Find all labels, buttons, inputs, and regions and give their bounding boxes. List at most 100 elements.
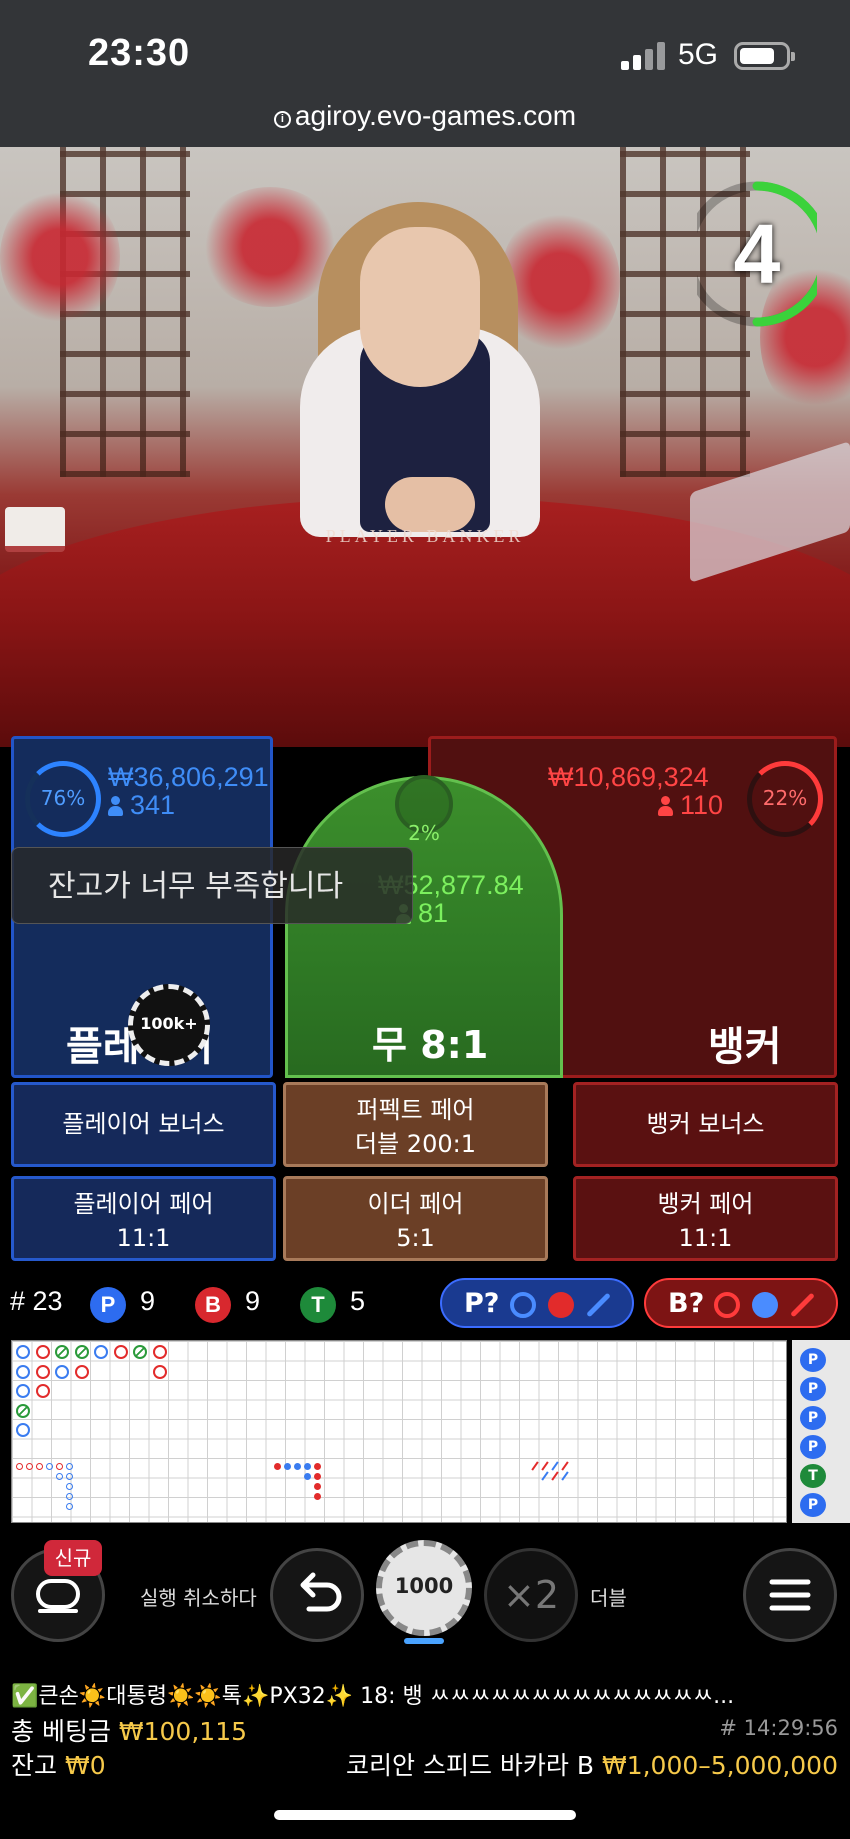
user-icon xyxy=(658,796,673,816)
road-mark xyxy=(36,1384,50,1398)
home-indicator[interactable] xyxy=(274,1810,576,1820)
player-badge: P xyxy=(90,1287,126,1323)
road-mark xyxy=(26,1463,33,1470)
bead-badge: P xyxy=(800,1377,826,1401)
road-mark xyxy=(541,1461,549,1471)
big-eye-dot-icon xyxy=(752,1292,778,1318)
banker-count-value: 110 xyxy=(680,790,724,820)
double-symbol: ×2 xyxy=(502,1573,560,1617)
balance: 잔고 ₩0 xyxy=(11,1746,106,1782)
predict-player-label: P? xyxy=(464,1288,500,1319)
player-pair-button[interactable]: 플레이어 페어 11:1 xyxy=(11,1176,276,1261)
banker-bonus-label: 뱅커 보너스 xyxy=(646,1110,765,1138)
perfect-pair-button[interactable]: 퍼펙트 페어더블 200:1 xyxy=(283,1082,548,1167)
road-mark xyxy=(66,1493,73,1500)
table-info[interactable]: 코리안 스피드 바카라 B ₩1,000–5,000,000 xyxy=(346,1746,838,1782)
road-mark xyxy=(46,1463,53,1470)
road-mark xyxy=(36,1463,43,1470)
either-pair-button[interactable]: 이더 페어 5:1 xyxy=(283,1176,548,1261)
road-mark xyxy=(314,1473,321,1480)
perfect-pair-label: 퍼펙트 페어 xyxy=(356,1096,475,1124)
tie-wins-stat: T5 xyxy=(300,1286,365,1323)
menu-button[interactable] xyxy=(743,1548,837,1642)
perfect-pair-odds: 더블 200:1 xyxy=(355,1130,476,1158)
total-bet-label: 총 베팅금 xyxy=(11,1717,111,1746)
road-mark xyxy=(561,1471,569,1481)
dealer-face xyxy=(360,227,480,387)
blossom xyxy=(500,207,620,357)
banker-bettor-count: 110 xyxy=(658,790,723,821)
bet-controls: 신규 실행 취소하다 1000 ×2 더블 xyxy=(0,1540,850,1670)
road-mark xyxy=(541,1471,549,1481)
address-bar[interactable]: i agiroy.evo-games.com xyxy=(0,100,850,132)
road-mark xyxy=(16,1384,30,1398)
banker-pair-label: 뱅커 페어 xyxy=(657,1190,754,1218)
user-icon xyxy=(108,796,123,816)
big-road-circle-icon xyxy=(510,1292,536,1318)
player-pair-label: 플레이어 페어 xyxy=(73,1190,214,1218)
predict-player-button[interactable]: P? xyxy=(440,1278,634,1328)
banker-badge: B xyxy=(195,1287,231,1323)
bead-badge: P xyxy=(800,1493,826,1517)
banker-wins-stat: B9 xyxy=(195,1286,260,1323)
countdown-timer: 4 xyxy=(684,178,830,330)
double-label: 더블 xyxy=(590,1586,627,1610)
battery-icon xyxy=(734,42,795,70)
either-pair-odds: 5:1 xyxy=(396,1224,435,1252)
player-total-amount: ₩36,806,291 xyxy=(108,762,269,792)
road-mark xyxy=(314,1493,321,1500)
placed-chip-value: 100k+ xyxy=(140,1014,198,1033)
round-number: # 23 xyxy=(10,1286,63,1316)
chat-message[interactable]: ✅큰손☀️대통령☀️☀️톡✨PX32✨ 18: 뱅 ㅆㅆㅆㅆㅆㅆㅆㅆㅆㅆㅆㅆㅆㅆ… xyxy=(11,1678,841,1710)
new-badge: 신규 xyxy=(44,1540,102,1576)
road-mark xyxy=(56,1463,63,1470)
bead-badge: P xyxy=(800,1406,826,1430)
road-mark xyxy=(16,1404,30,1418)
road-mark xyxy=(294,1463,301,1470)
bead-badge: T xyxy=(800,1464,826,1488)
road-mark xyxy=(66,1483,73,1490)
road-mark xyxy=(56,1473,63,1480)
road-mark xyxy=(55,1365,69,1379)
big-eye-dot-icon xyxy=(548,1292,574,1318)
round-id: # 14:29:56 xyxy=(719,1716,838,1740)
undo-label: 실행 취소하다 xyxy=(140,1586,257,1610)
road-mark xyxy=(16,1345,30,1359)
road-mark xyxy=(75,1365,89,1379)
info-icon: i xyxy=(273,111,291,128)
road-mark xyxy=(561,1461,569,1471)
betting-area: 76% ₩36,806,291 341 22% ₩10,869,324 110 … xyxy=(0,728,850,1078)
tie-label: 무 8:1 xyxy=(372,1023,489,1067)
undo-button[interactable] xyxy=(270,1548,364,1642)
road-mark xyxy=(274,1463,281,1470)
banker-bonus-button[interactable]: 뱅커 보너스 xyxy=(573,1082,838,1167)
double-button[interactable]: ×2 xyxy=(484,1548,578,1642)
road-mark xyxy=(133,1345,147,1359)
road-mark xyxy=(94,1345,108,1359)
player-bonus-button[interactable]: 플레이어 보너스 xyxy=(11,1082,276,1167)
clock: 23:30 xyxy=(88,32,191,74)
insufficient-balance-toast: 잔고가 너무 부족합니다 xyxy=(11,847,413,924)
predict-banker-button[interactable]: B? xyxy=(644,1278,838,1328)
road-mark xyxy=(16,1365,30,1379)
chip-selector[interactable]: 1000 xyxy=(376,1540,472,1644)
undo-icon xyxy=(300,1572,342,1612)
road-mark xyxy=(66,1473,73,1480)
cockroach-slash-icon xyxy=(790,1292,815,1318)
bead-badge: P xyxy=(800,1435,826,1459)
placed-chip[interactable]: 100k+ xyxy=(128,984,210,1066)
player-bettor-count: 341 xyxy=(108,790,175,821)
roadmap-grid[interactable] xyxy=(11,1340,787,1523)
total-bet: 총 베팅금 ₩100,115 xyxy=(11,1712,247,1748)
tie-wins: 5 xyxy=(350,1286,366,1316)
big-road-circle-icon xyxy=(714,1292,740,1318)
road-mark xyxy=(36,1365,50,1379)
menu-icon xyxy=(769,1579,811,1611)
banker-pair-button[interactable]: 뱅커 페어 11:1 xyxy=(573,1176,838,1261)
round-stats: # 23 P9 B9 T5 P? B? xyxy=(0,1278,850,1328)
network-type: 5G xyxy=(678,38,719,71)
road-mark xyxy=(551,1471,559,1481)
balance-value: ₩0 xyxy=(64,1751,106,1780)
bead-road-side[interactable]: P P P P T P xyxy=(792,1340,850,1523)
road-mark xyxy=(304,1473,311,1480)
